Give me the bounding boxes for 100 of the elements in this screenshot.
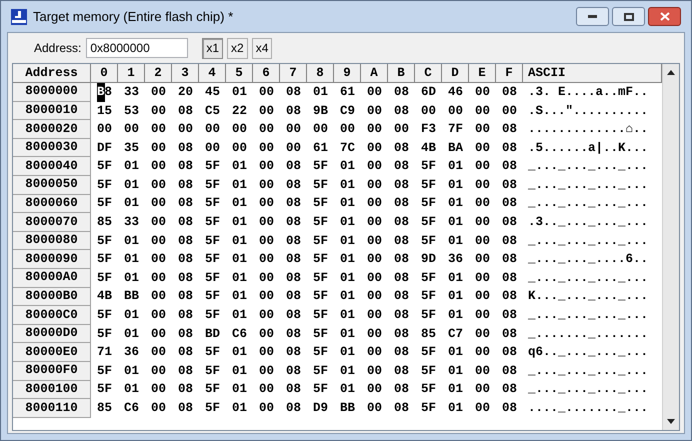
address-cell: 8000020 bbox=[13, 120, 91, 139]
ascii-cell-text: .3. E....a..mF.. bbox=[528, 84, 648, 101]
hex-cell-text: 5F bbox=[96, 326, 112, 343]
zoom-button[interactable]: x2 bbox=[227, 38, 248, 58]
hex-cell-text: 01 bbox=[340, 232, 355, 250]
maximize-button[interactable] bbox=[612, 7, 645, 26]
hex-cell-text: 5F bbox=[420, 195, 436, 212]
column-header: D bbox=[442, 64, 469, 83]
hex-cell-text: 08 bbox=[502, 288, 517, 306]
hex-cell-text: 08 bbox=[286, 381, 301, 398]
hex-cell-text: 00 bbox=[474, 307, 490, 324]
hex-cell-text: 01 bbox=[448, 195, 463, 212]
hex-cell-text: C7 bbox=[448, 326, 463, 343]
hex-cell-text: 08 bbox=[178, 307, 193, 324]
hex-cell-text: 00 bbox=[258, 270, 274, 287]
window-title: Target memory (Entire flash chip) * bbox=[33, 8, 234, 26]
hex-cell-text: 5F bbox=[312, 326, 328, 343]
hex-cell-text: 00 bbox=[474, 344, 490, 362]
ascii-cell-text: _..._..._..._... bbox=[528, 381, 648, 398]
hex-cell-text: 00 bbox=[258, 307, 274, 324]
hex-cell-text: 00 bbox=[258, 362, 274, 380]
close-button[interactable] bbox=[648, 7, 681, 26]
hex-cell-text: 5F bbox=[312, 381, 328, 398]
hex-cell-text: 01 bbox=[340, 195, 355, 212]
hex-cell-text: 00 bbox=[258, 121, 274, 138]
hex-cell-text: 01 bbox=[448, 232, 463, 250]
hex-cell-text: 5F bbox=[420, 158, 436, 176]
hex-cell-text: 5F bbox=[204, 176, 220, 194]
hex-cell-text: C9 bbox=[340, 102, 355, 120]
hex-cell-text: 00 bbox=[96, 121, 112, 138]
hex-cell-text: 61 bbox=[340, 84, 355, 101]
address-field[interactable]: 0x8000000 bbox=[86, 38, 188, 58]
hex-cell-text: 08 bbox=[394, 344, 409, 362]
hex-cell-text: 01 bbox=[124, 307, 139, 324]
hex-cell-text: 5F bbox=[312, 362, 328, 380]
hex-cell-text: 01 bbox=[124, 195, 139, 212]
address-cell: 80000C0 bbox=[13, 306, 91, 325]
hex-cell-text: 71 bbox=[96, 344, 112, 362]
hex-cell-text: C6 bbox=[232, 326, 247, 343]
hex-cell-text: BD bbox=[204, 326, 220, 343]
column-header: E bbox=[469, 64, 496, 83]
vertical-scrollbar[interactable] bbox=[662, 64, 679, 430]
hex-cell-text: 01 bbox=[340, 381, 355, 398]
address-cell: 80000F0 bbox=[13, 362, 91, 380]
hex-cell-text: 00 bbox=[150, 381, 166, 398]
ascii-cell-text: _..._..._..._... bbox=[528, 195, 648, 212]
column-header: 9 bbox=[334, 64, 361, 83]
hex-cell-text: 00 bbox=[258, 214, 274, 232]
zoom-button[interactable]: x1 bbox=[202, 38, 224, 58]
hex-cell-text: 08 bbox=[502, 84, 517, 101]
hex-cell-text: 00 bbox=[474, 121, 490, 138]
hex-cell-text: 08 bbox=[178, 326, 193, 343]
hex-cell-text: 22 bbox=[232, 102, 247, 120]
hex-cell-text: C5 bbox=[204, 102, 220, 120]
hex-cell-text: 08 bbox=[394, 195, 409, 212]
hex-cell-text: 00 bbox=[232, 121, 247, 138]
column-header: Address bbox=[13, 64, 91, 83]
hex-cell-text: 9B bbox=[312, 102, 328, 120]
hex-cell-text: 08 bbox=[286, 307, 301, 324]
hex-cell-text: 00 bbox=[366, 102, 382, 120]
hex-cell-text: 00 bbox=[258, 344, 274, 362]
hex-cell-text: 08 bbox=[394, 214, 409, 232]
hex-cell-text: 01 bbox=[340, 307, 355, 324]
column-header: ASCII bbox=[523, 64, 662, 83]
hex-cell-text: 00 bbox=[258, 400, 274, 418]
hex-cell-text: 01 bbox=[124, 326, 139, 343]
zoom-button[interactable]: x4 bbox=[252, 38, 272, 58]
hex-cell-text: 5F bbox=[312, 270, 328, 287]
hex-cell-text: 5F bbox=[312, 176, 328, 194]
hex-cell-text: 08 bbox=[502, 140, 517, 157]
address-cell: 8000090 bbox=[13, 250, 91, 269]
hex-cell-text: 5F bbox=[420, 214, 436, 232]
hex-cell-text: 61 bbox=[312, 140, 328, 157]
hex-cell-text: 08 bbox=[286, 176, 301, 194]
hex-cell-text: 00 bbox=[178, 121, 193, 138]
hex-cell-text: 08 bbox=[286, 362, 301, 380]
hex-cell-text: 5F bbox=[312, 251, 328, 268]
hex-cell-text: 5F bbox=[204, 232, 220, 250]
hex-cell-text: 08 bbox=[502, 232, 517, 250]
hex-cell-text: 01 bbox=[232, 307, 247, 324]
hex-cell-text: 08 bbox=[394, 362, 409, 380]
minimize-button[interactable] bbox=[576, 7, 609, 26]
hex-cell-text: 01 bbox=[448, 362, 463, 380]
column-header: 3 bbox=[172, 64, 199, 83]
hex-cell-text: 00 bbox=[150, 158, 166, 176]
ascii-cell-text: _..._..._..._... bbox=[528, 176, 648, 194]
hex-cell-text: 01 bbox=[448, 214, 463, 232]
hex-cell-text: 01 bbox=[124, 381, 139, 398]
minimize-icon bbox=[588, 15, 597, 18]
hex-cell-text: 00 bbox=[258, 195, 274, 212]
hex-cell-text: 5F bbox=[204, 270, 220, 287]
hex-cell-text: 00 bbox=[150, 121, 166, 138]
hex-cell-text: 08 bbox=[394, 400, 409, 418]
hex-cell-text: 08 bbox=[394, 158, 409, 176]
column-header: 7 bbox=[280, 64, 307, 83]
hex-cell-text: 08 bbox=[178, 176, 193, 194]
hex-cell-text: 00 bbox=[366, 344, 382, 362]
column-header: 5 bbox=[226, 64, 253, 83]
address-cell: 80000B0 bbox=[13, 288, 91, 306]
hex-cell-text: 00 bbox=[150, 362, 166, 380]
